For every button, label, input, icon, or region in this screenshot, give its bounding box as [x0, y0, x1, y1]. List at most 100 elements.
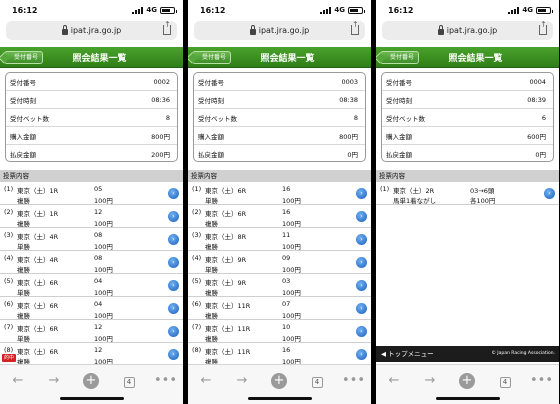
chevron-right-icon[interactable]: › [356, 211, 367, 222]
status-time: 16:12 [200, 6, 226, 15]
share-icon[interactable] [163, 20, 171, 35]
bet-race: 東京（土）8R [205, 233, 247, 241]
tabs-button[interactable]: 4 [494, 370, 516, 392]
tabs-button[interactable]: 4 [118, 370, 140, 392]
new-tab-button[interactable]: + [80, 370, 102, 392]
bet-amount: 100円 [282, 243, 301, 251]
tabs-button[interactable]: 4 [306, 370, 328, 392]
bet-item[interactable]: (5) 東京（土）6R 単勝 04 100円 › [0, 274, 183, 297]
bet-race: 東京（土）6R [17, 279, 59, 287]
chevron-right-icon[interactable]: › [168, 234, 179, 245]
more-icon[interactable]: ••• [530, 370, 553, 392]
phone-screen-3: 16:12 4G ipat.jra.go.jp 受付番号 照会結果一覧 受付番号… [376, 0, 559, 404]
chevron-right-icon[interactable]: › [356, 234, 367, 245]
status-bar: 16:12 4G [0, 0, 183, 21]
summary-row: 受付ベット数 8 [194, 109, 365, 127]
bet-number: (6) [192, 300, 202, 308]
status-bar: 16:12 4G [188, 0, 371, 21]
share-icon[interactable] [539, 20, 547, 35]
bet-type: 単勝 [17, 335, 30, 343]
forward-arrow-icon[interactable]: → [43, 370, 65, 392]
bet-item[interactable]: (6) 東京（土）11R 複勝 07 100円 › [188, 297, 371, 320]
bet-item[interactable]: (5) 東京（土）9R 複勝 03 100円 › [188, 274, 371, 297]
bet-item[interactable]: (7) 東京（土）6R 単勝 12 100円 › [0, 320, 183, 343]
address-bar[interactable]: ipat.jra.go.jp [194, 20, 365, 40]
summary-label: 払戻金額 [198, 151, 224, 159]
chevron-right-icon[interactable]: › [356, 188, 367, 199]
back-arrow-icon[interactable]: ← [195, 370, 217, 392]
chevron-right-icon[interactable]: › [168, 188, 179, 199]
bet-item[interactable]: (3) 東京（土）4R 単勝 08 100円 › [0, 228, 183, 251]
chevron-right-icon[interactable]: › [168, 349, 179, 360]
back-arrow-icon[interactable]: ← [383, 370, 405, 392]
bet-amount: 100円 [94, 197, 113, 205]
url-text: ipat.jra.go.jp [258, 26, 310, 35]
bet-type: 複勝 [17, 220, 30, 228]
more-icon[interactable]: ••• [154, 370, 177, 392]
tab-count: 4 [499, 377, 511, 388]
address-bar[interactable]: ipat.jra.go.jp [382, 20, 553, 40]
bet-item[interactable]: (4) 東京（土）4R 複勝 08 100円 › [0, 251, 183, 274]
summary-value: 08:39 [527, 95, 546, 104]
summary-value: 0円 [347, 151, 358, 159]
bet-item[interactable]: (1) 東京（土）6R 単勝 16 100円 › [188, 182, 371, 205]
bet-race: 東京（土）9R [205, 279, 247, 287]
bet-race: 東京（土）6R [205, 210, 247, 218]
bet-type: 複勝 [205, 312, 218, 320]
bet-combo: 12 [94, 346, 103, 354]
summary-row: 購入金額 600円 [382, 127, 553, 145]
bet-type: 複勝 [205, 243, 218, 251]
chevron-right-icon[interactable]: › [168, 257, 179, 268]
bet-item[interactable]: (3) 東京（土）8R 複勝 11 100円 › [188, 228, 371, 251]
bet-type: 単勝 [17, 289, 30, 297]
chevron-right-icon[interactable]: › [168, 303, 179, 314]
bet-item[interactable]: (2) 東京（土）1R 複勝 12 100円 › [0, 205, 183, 228]
summary-row: 受付番号 0002 [6, 73, 177, 91]
chevron-right-icon[interactable]: › [356, 257, 367, 268]
bet-number: (1) [4, 185, 14, 193]
status-time: 16:12 [12, 6, 38, 15]
share-icon[interactable] [351, 20, 359, 35]
chevron-right-icon[interactable]: › [544, 188, 555, 199]
new-tab-button[interactable]: + [456, 370, 478, 392]
bet-amount: 100円 [282, 312, 301, 320]
summary-box: 受付番号 0002 受付時刻 08:36 受付ベット数 8 購入金額 800円 払戻金額… [5, 72, 178, 162]
bet-amount: 100円 [282, 197, 301, 205]
forward-arrow-icon[interactable]: → [231, 370, 253, 392]
top-menu-link[interactable]: ◀ トップメニュー [381, 346, 434, 362]
chevron-right-icon[interactable]: › [356, 349, 367, 360]
more-icon[interactable]: ••• [342, 370, 365, 392]
chevron-right-icon[interactable]: › [356, 303, 367, 314]
chevron-right-icon[interactable]: › [168, 280, 179, 291]
bet-item[interactable]: (6) 東京（土）6R 複勝 04 100円 › [0, 297, 183, 320]
bet-item[interactable]: (7) 東京（土）11R 複勝 10 100円 › [188, 320, 371, 343]
chevron-right-icon[interactable]: › [356, 326, 367, 337]
bet-item[interactable]: (4) 東京（土）9R 単勝 09 100円 › [188, 251, 371, 274]
bet-number: (8) [4, 346, 14, 354]
chevron-right-icon[interactable]: › [356, 280, 367, 291]
bet-number: (7) [192, 323, 202, 331]
back-arrow-icon[interactable]: ← [7, 370, 29, 392]
bet-amount: 100円 [94, 220, 113, 228]
bet-amount: 100円 [94, 289, 113, 297]
bet-item[interactable]: (2) 東京（土）6R 複勝 16 100円 › [188, 205, 371, 228]
forward-arrow-icon[interactable]: → [419, 370, 441, 392]
bet-number: (5) [4, 277, 14, 285]
chevron-right-icon[interactable]: › [168, 211, 179, 222]
bet-combo: 03→6頭 [470, 187, 495, 195]
summary-label: 払戻金額 [10, 151, 36, 159]
bet-number: (4) [4, 254, 14, 262]
bet-item[interactable]: (1) 東京（土）2R 馬単1着ながし 03→6頭 各100円 › [376, 182, 559, 205]
address-bar[interactable]: ipat.jra.go.jp [6, 20, 177, 40]
bet-race: 東京（土）6R [17, 325, 59, 333]
bet-type: 馬単1着ながし [393, 197, 437, 205]
chevron-right-icon[interactable]: › [168, 326, 179, 337]
status-icons: 4G [508, 6, 553, 14]
new-tab-button[interactable]: + [268, 370, 290, 392]
bet-item[interactable]: (8) 東京（土）11R 複勝 16 100円 › [188, 343, 371, 366]
summary-value: 800円 [151, 132, 170, 141]
summary-label: 受付時刻 [198, 96, 224, 105]
bet-item[interactable]: (8) 東京（土）6R 複勝 12 100円 的中 › [0, 343, 183, 366]
bet-item[interactable]: (1) 東京（土）1R 複勝 05 100円 › [0, 182, 183, 205]
summary-value: 6 [541, 113, 546, 122]
